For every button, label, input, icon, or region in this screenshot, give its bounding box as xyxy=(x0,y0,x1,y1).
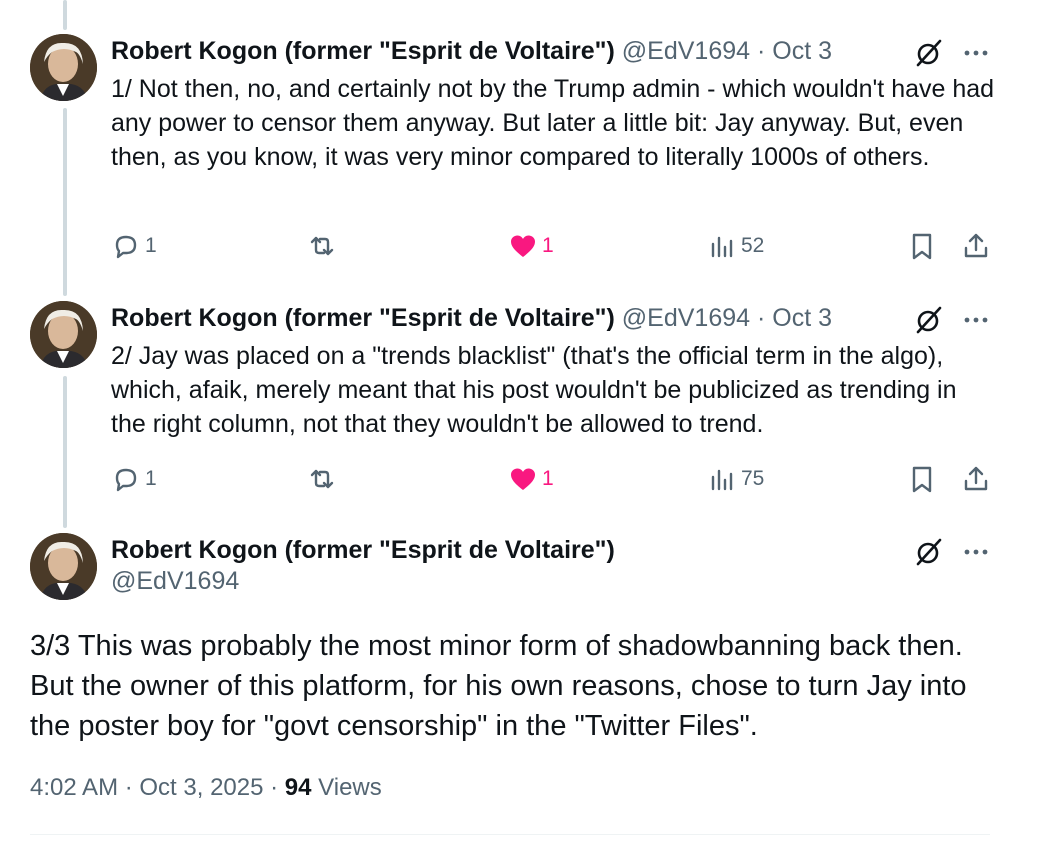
tweet-timestamp[interactable]: 4:02 AM · Oct 3, 2025 · xyxy=(30,774,285,801)
tweet-date[interactable]: · Oct 3 xyxy=(757,37,832,65)
thread-line xyxy=(63,0,67,30)
tweet-actions: 1 1 52 xyxy=(111,229,996,263)
tweet-header: Robert Kogon (former "Esprit de Voltaire… xyxy=(111,303,986,333)
tweet-meta: 4:02 AM · Oct 3, 2025 · 94 Views xyxy=(30,774,382,802)
like-count: 1 xyxy=(542,234,554,257)
views-label: Views xyxy=(311,774,382,801)
avatar[interactable] xyxy=(30,533,97,600)
author-name[interactable]: Robert Kogon (former "Esprit de Voltaire… xyxy=(111,37,615,65)
like-button[interactable]: 1 xyxy=(508,229,554,263)
views-count: 75 xyxy=(741,467,765,490)
share-icon xyxy=(964,466,988,491)
reply-button[interactable]: 1 xyxy=(111,462,157,496)
bookmark-icon xyxy=(912,466,932,493)
grok-icon[interactable] xyxy=(914,305,944,335)
retweet-icon xyxy=(310,469,334,489)
grok-icon[interactable] xyxy=(914,537,944,567)
bookmark-button[interactable] xyxy=(907,462,937,496)
reply-count: 1 xyxy=(145,234,157,257)
retweet-button[interactable] xyxy=(307,462,341,496)
like-icon xyxy=(511,468,535,490)
reply-button[interactable]: 1 xyxy=(111,229,157,263)
thread-line xyxy=(63,376,67,528)
views-icon xyxy=(711,236,733,258)
main-tweet-header: Robert Kogon (former "Esprit de Voltaire… xyxy=(111,535,986,565)
views-count: 94 xyxy=(284,774,312,801)
author-name[interactable]: Robert Kogon (former "Esprit de Voltaire… xyxy=(111,536,615,564)
tweet-actions: 1 1 75 xyxy=(111,462,996,496)
author-handle[interactable]: @EdV1694 xyxy=(622,37,750,65)
tweet-header: Robert Kogon (former "Esprit de Voltaire… xyxy=(111,36,986,66)
more-icon[interactable] xyxy=(960,38,992,68)
share-button[interactable] xyxy=(961,462,991,496)
bookmark-button[interactable] xyxy=(907,229,937,263)
author-handle[interactable]: @EdV1694 xyxy=(622,304,750,332)
tweet-text: 1/ Not then, no, and certainly not by th… xyxy=(111,75,995,171)
author-handle[interactable]: @EdV1694 xyxy=(111,567,239,596)
reply-count: 1 xyxy=(145,467,157,490)
like-icon xyxy=(511,235,535,257)
avatar[interactable] xyxy=(30,301,97,368)
views-count: 52 xyxy=(741,234,765,257)
more-icon[interactable] xyxy=(960,537,992,567)
more-icon[interactable] xyxy=(960,305,992,335)
divider xyxy=(30,834,990,835)
like-button[interactable]: 1 xyxy=(508,462,554,496)
share-icon xyxy=(964,233,988,258)
main-tweet-text: 3/3 This was probably the most minor for… xyxy=(30,630,967,742)
views-button[interactable]: 52 xyxy=(707,229,764,263)
avatar[interactable] xyxy=(30,34,97,101)
retweet-icon xyxy=(310,236,334,256)
bookmark-icon xyxy=(912,233,932,260)
grok-icon[interactable] xyxy=(914,38,944,68)
thread-line xyxy=(63,108,67,296)
tweet-date[interactable]: · Oct 3 xyxy=(757,304,832,332)
views-icon xyxy=(711,469,733,491)
reply-icon xyxy=(115,235,137,259)
like-count: 1 xyxy=(542,467,554,490)
tweet-text: 2/ Jay was placed on a "trends blacklist… xyxy=(111,342,957,438)
views-button[interactable]: 75 xyxy=(707,462,764,496)
reply-icon xyxy=(115,468,137,492)
share-button[interactable] xyxy=(961,229,991,263)
retweet-button[interactable] xyxy=(307,229,341,263)
author-name[interactable]: Robert Kogon (former "Esprit de Voltaire… xyxy=(111,304,615,332)
